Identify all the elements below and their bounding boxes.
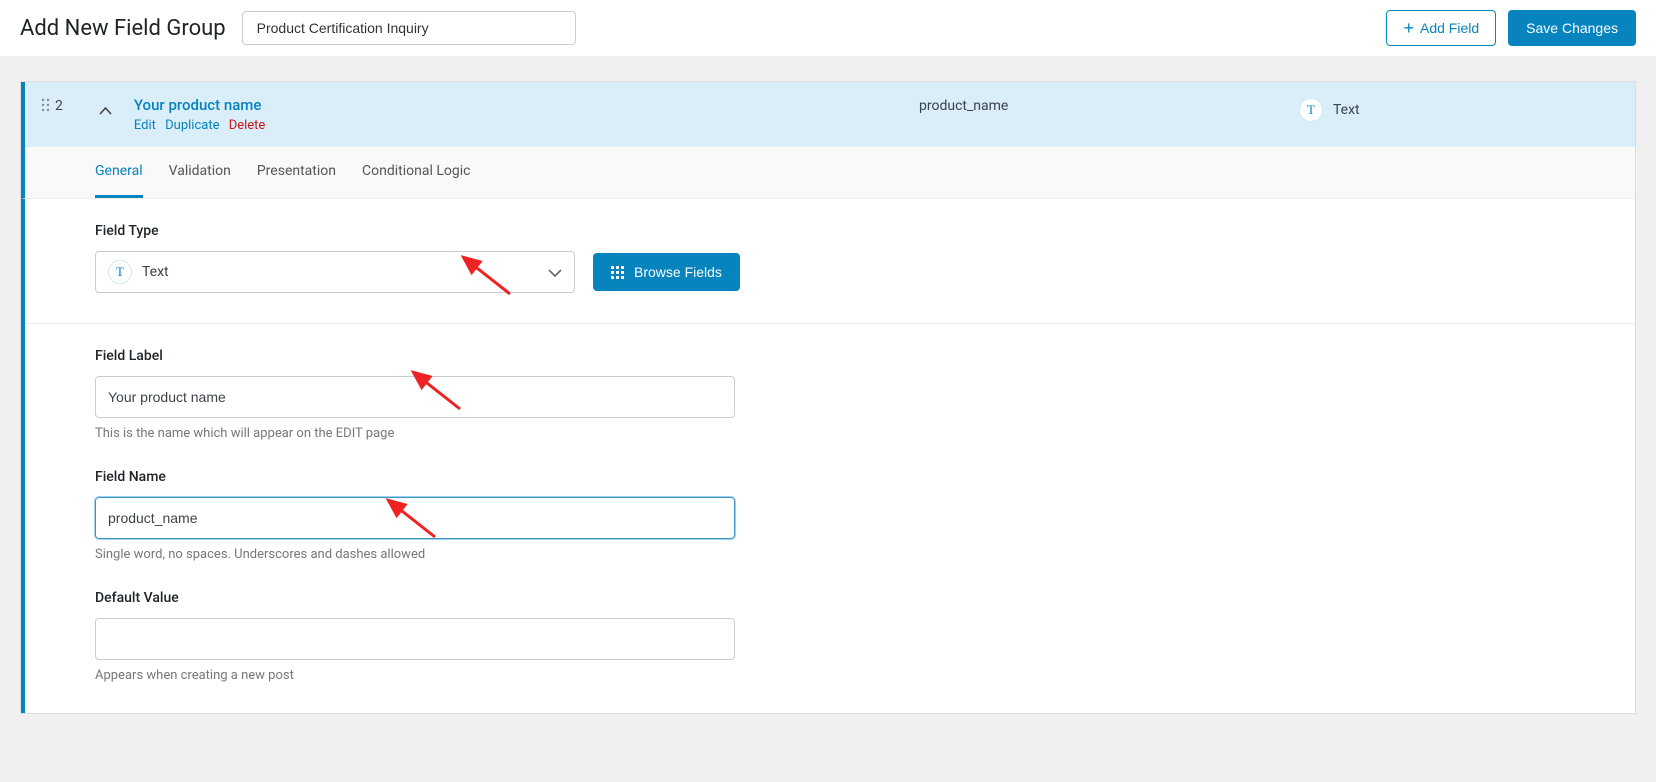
tab-general[interactable]: General: [95, 147, 143, 198]
drag-handle-icon[interactable]: [41, 98, 51, 116]
browse-fields-button[interactable]: Browse Fields: [593, 253, 740, 291]
field-label-column: Your product name Edit Duplicate Delete: [134, 96, 919, 133]
field-panel: 2 Your product name Edit Duplicate Delet…: [20, 81, 1636, 714]
collapse-caret-icon[interactable]: [99, 100, 112, 119]
edit-link[interactable]: Edit: [134, 118, 156, 133]
editor-body: Field Type T Text Browse Fields: [21, 199, 1635, 713]
save-changes-button[interactable]: Save Changes: [1508, 10, 1636, 46]
field-label[interactable]: Your product name: [134, 96, 919, 114]
tab-conditional[interactable]: Conditional Logic: [362, 147, 470, 198]
field-type-column: T Text: [1299, 98, 1619, 122]
group-title-input[interactable]: [242, 11, 576, 45]
default-value-label: Default Value: [95, 590, 1565, 606]
add-field-button[interactable]: Add Field: [1386, 10, 1496, 46]
field-name-input[interactable]: [95, 497, 735, 539]
field-details-section: Field Label This is the name which will …: [25, 324, 1635, 713]
field-label-label: Field Label: [95, 348, 1565, 364]
field-type-label: Field Type: [95, 223, 1565, 239]
tab-presentation[interactable]: Presentation: [257, 147, 336, 198]
tabs-bar: General Validation Presentation Conditio…: [21, 147, 1635, 199]
delete-link[interactable]: Delete: [229, 118, 266, 133]
field-type-value: Text: [142, 264, 169, 280]
duplicate-link[interactable]: Duplicate: [165, 118, 219, 133]
field-actions: Edit Duplicate Delete: [134, 118, 919, 133]
field-row: 2 Your product name Edit Duplicate Delet…: [21, 82, 1635, 147]
browse-fields-label: Browse Fields: [634, 264, 722, 280]
field-type-text: Text: [1333, 102, 1360, 118]
default-value-input[interactable]: [95, 618, 735, 660]
field-number: 2: [55, 98, 63, 114]
text-type-icon: T: [1299, 98, 1323, 122]
add-field-label: Add Field: [1420, 20, 1479, 36]
chevron-down-icon: [548, 263, 562, 282]
default-value-help: Appears when creating a new post: [95, 668, 1565, 683]
field-label-input[interactable]: [95, 376, 735, 418]
field-name-help: Single word, no spaces. Underscores and …: [95, 547, 1565, 562]
page-title: Add New Field Group: [20, 16, 226, 41]
plus-icon: [1403, 19, 1414, 37]
grid-icon: [611, 266, 624, 279]
content-area: 2 Your product name Edit Duplicate Delet…: [0, 81, 1656, 734]
field-type-select[interactable]: T Text: [95, 251, 575, 293]
field-type-section: Field Type T Text Browse Fields: [25, 199, 1635, 324]
field-name-label: Field Name: [95, 469, 1565, 485]
top-header: Add New Field Group Add Field Save Chang…: [0, 0, 1656, 57]
text-type-icon: T: [108, 260, 132, 284]
header-buttons: Add Field Save Changes: [1386, 10, 1636, 46]
field-label-help: This is the name which will appear on th…: [95, 426, 1565, 441]
tab-validation[interactable]: Validation: [169, 147, 231, 198]
field-name-column: product_name: [919, 98, 1299, 114]
